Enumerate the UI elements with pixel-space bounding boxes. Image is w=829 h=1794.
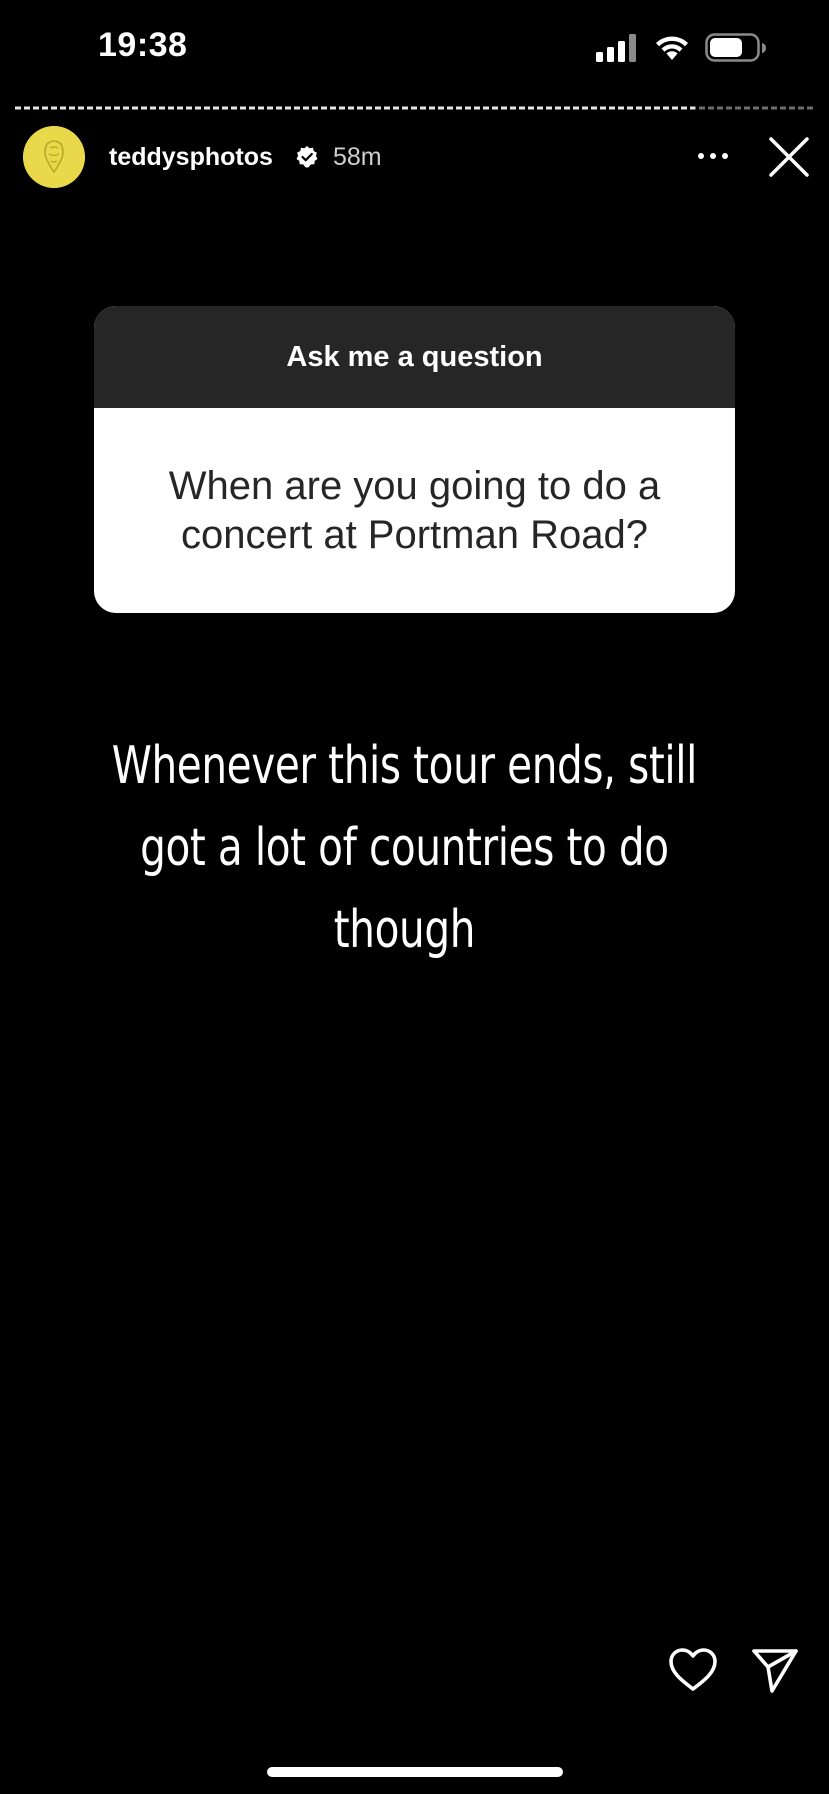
- avatar[interactable]: [23, 126, 85, 188]
- heart-icon: [669, 1648, 717, 1691]
- username[interactable]: teddysphotos: [109, 143, 273, 172]
- close-button[interactable]: [766, 134, 812, 180]
- more-horizontal-icon: [698, 153, 728, 159]
- close-icon: [769, 137, 809, 177]
- wifi-icon: [652, 32, 692, 67]
- send-icon: [752, 1649, 798, 1693]
- share-button[interactable]: [748, 1643, 802, 1697]
- more-options-button[interactable]: [690, 136, 736, 176]
- status-bar: 19:38: [0, 0, 829, 100]
- question-prompt: Ask me a question: [94, 306, 735, 408]
- question-text: When are you going to do a concert at Po…: [168, 463, 661, 557]
- answer-text: Whenever this tour ends, still got a lot…: [111, 736, 698, 960]
- cellular-signal-icon: [596, 34, 638, 67]
- battery-icon: [705, 33, 767, 68]
- post-time: 58m: [333, 143, 382, 171]
- status-time: 19:38: [98, 26, 188, 64]
- verified-badge-icon: [295, 145, 319, 174]
- question-sticker[interactable]: Ask me a question When are you going to …: [94, 306, 735, 613]
- story-header: teddysphotos 58m: [0, 120, 829, 194]
- home-indicator[interactable]: [267, 1767, 563, 1777]
- like-button[interactable]: [666, 1643, 720, 1697]
- story-progress-bar: [15, 106, 815, 110]
